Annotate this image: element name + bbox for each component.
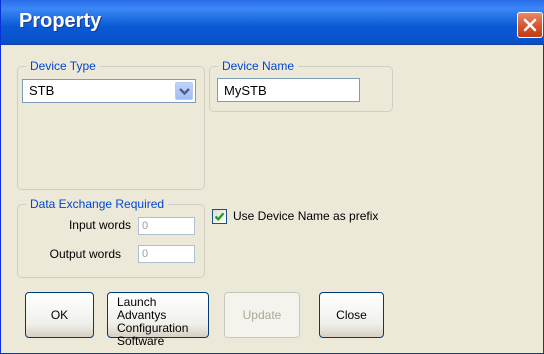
close-button-label: Close: [336, 308, 367, 322]
dropdown-button[interactable]: [175, 82, 193, 100]
launch-advantys-button[interactable]: Launch Advantys Configuration Software: [107, 292, 209, 348]
device-name-input[interactable]: [217, 78, 360, 102]
close-window-button[interactable]: [517, 12, 543, 38]
device-type-select[interactable]: STB: [22, 79, 196, 103]
launch-label-line3: Software: [117, 334, 165, 348]
close-button[interactable]: Close: [319, 292, 384, 338]
device-name-legend: Device Name: [218, 58, 299, 74]
property-dialog: Property Device Type STB Device Name Dat…: [0, 0, 544, 354]
update-button[interactable]: Update: [224, 292, 300, 338]
ok-button[interactable]: OK: [25, 292, 94, 338]
close-x-icon: [523, 18, 537, 32]
ok-button-label: OK: [50, 308, 69, 322]
input-words-field[interactable]: [138, 217, 195, 235]
data-exchange-group: Data Exchange Required: [17, 196, 205, 278]
chevron-down-icon: [179, 88, 190, 96]
title-bar: Property: [1, 0, 544, 45]
window-title: Property: [19, 10, 102, 32]
launch-label-line1: Launch Advantys: [117, 295, 167, 322]
device-type-legend: Device Type: [26, 58, 100, 74]
data-exchange-legend: Data Exchange Required: [26, 196, 169, 212]
output-words-field[interactable]: [138, 245, 195, 263]
use-prefix-label: Use Device Name as prefix: [233, 209, 379, 223]
device-type-value: STB: [29, 83, 55, 98]
input-words-label: Input words: [68, 218, 131, 232]
update-button-label: Update: [242, 308, 282, 322]
use-prefix-checkbox[interactable]: [212, 209, 227, 224]
output-words-label: Output words: [49, 247, 121, 261]
checkmark-icon: [214, 212, 225, 221]
